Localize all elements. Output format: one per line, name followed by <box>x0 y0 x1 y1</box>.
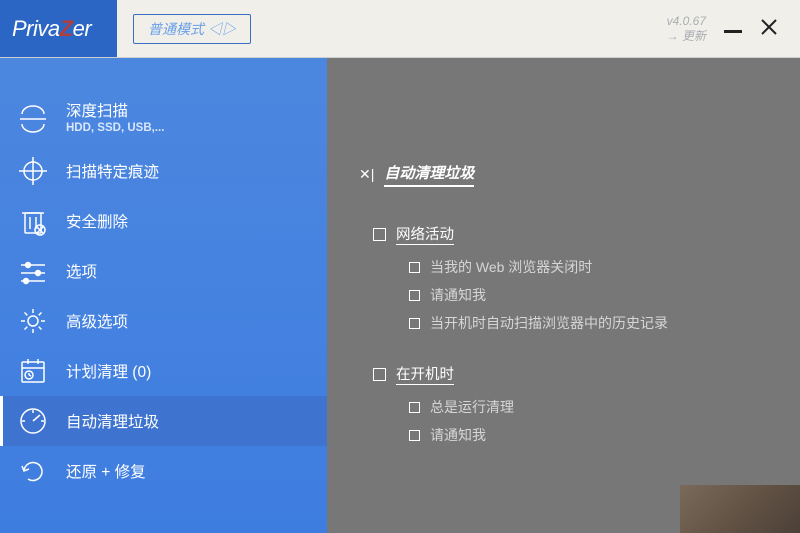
section-title: 在开机时 <box>396 363 454 385</box>
corner-thumbnail <box>680 485 800 533</box>
sidebar-item-secure-delete[interactable]: 安全删除 <box>0 196 327 246</box>
logo-text-z: Z <box>60 16 73 41</box>
option-label: 请通知我 <box>430 285 486 305</box>
version-label: v4.0.67 <box>667 14 706 28</box>
app-window: PrivaZer 普通模式 ◁▷ v4.0.67 更新 深度扫描 HDD, SS… <box>0 0 800 533</box>
checkbox[interactable] <box>409 290 420 301</box>
option-label: 当我的 Web 浏览器关闭时 <box>430 257 592 277</box>
checkbox[interactable] <box>409 318 420 329</box>
gauge-icon <box>18 406 48 436</box>
option-item[interactable]: 请通知我 <box>409 425 800 445</box>
nav-label: 选项 <box>66 260 97 282</box>
option-list: 当我的 Web 浏览器关闭时 请通知我 当开机时自动扫描浏览器中的历史记录 <box>359 257 800 333</box>
close-panel-icon[interactable]: ✕| <box>359 166 374 183</box>
option-label: 请通知我 <box>430 425 486 445</box>
section-title: 网络活动 <box>396 223 454 245</box>
sidebar: 深度扫描 HDD, SSD, USB,... 扫描特定痕迹 安全删除 <box>0 58 327 533</box>
nav-sublabel: HDD, SSD, USB,... <box>66 121 164 135</box>
nav-label: 还原 + 修复 <box>66 460 146 482</box>
sidebar-item-advanced-options[interactable]: 高级选项 <box>0 296 327 346</box>
option-item[interactable]: 当开机时自动扫描浏览器中的历史记录 <box>409 313 800 333</box>
option-list: 总是运行清理 请通知我 <box>359 397 800 445</box>
option-item[interactable]: 请通知我 <box>409 285 800 305</box>
titlebar-right: v4.0.67 更新 <box>667 14 800 43</box>
checkbox[interactable] <box>373 228 386 241</box>
sidebar-item-scheduled-clean[interactable]: 计划清理 (0) <box>0 346 327 396</box>
sidebar-item-deep-scan[interactable]: 深度扫描 HDD, SSD, USB,... <box>0 92 327 146</box>
update-link[interactable]: 更新 <box>667 29 706 43</box>
nav-label: 安全删除 <box>66 210 128 232</box>
section-network-activity: 网络活动 当我的 Web 浏览器关闭时 请通知我 当开机时自动扫描浏览器中的历史… <box>359 223 800 333</box>
nav-label: 计划清理 (0) <box>66 360 151 382</box>
restore-icon <box>18 456 48 486</box>
version-info[interactable]: v4.0.67 更新 <box>667 14 706 43</box>
title-bar: PrivaZer 普通模式 ◁▷ v4.0.67 更新 <box>0 0 800 58</box>
sliders-icon <box>18 256 48 286</box>
gear-icon <box>18 306 48 336</box>
sidebar-item-options[interactable]: 选项 <box>0 246 327 296</box>
minimize-button[interactable] <box>724 30 742 33</box>
body: 深度扫描 HDD, SSD, USB,... 扫描特定痕迹 安全删除 <box>0 58 800 533</box>
nav-label: 高级选项 <box>66 310 128 332</box>
calendar-icon <box>18 356 48 386</box>
panel-title: 自动清理垃圾 <box>384 162 474 187</box>
option-item[interactable]: 当我的 Web 浏览器关闭时 <box>409 257 800 277</box>
sidebar-item-restore-repair[interactable]: 还原 + 修复 <box>0 446 327 496</box>
checkbox[interactable] <box>409 402 420 413</box>
scan-icon <box>18 104 48 134</box>
section-header[interactable]: 网络活动 <box>359 223 800 245</box>
main-panel: ✕| 自动清理垃圾 网络活动 当我的 Web 浏览器关闭时 请通知我 <box>327 58 800 533</box>
app-logo: PrivaZer <box>0 16 117 42</box>
sidebar-item-scan-traces[interactable]: 扫描特定痕迹 <box>0 146 327 196</box>
checkbox[interactable] <box>409 430 420 441</box>
nav-label: 扫描特定痕迹 <box>66 160 159 182</box>
section-header[interactable]: 在开机时 <box>359 363 800 385</box>
checkbox[interactable] <box>409 262 420 273</box>
option-item[interactable]: 总是运行清理 <box>409 397 800 417</box>
checkbox[interactable] <box>373 368 386 381</box>
option-label: 当开机时自动扫描浏览器中的历史记录 <box>430 313 668 333</box>
target-icon <box>18 156 48 186</box>
sidebar-item-auto-clean[interactable]: 自动清理垃圾 <box>0 396 327 446</box>
mode-toggle-button[interactable]: 普通模式 ◁▷ <box>133 14 251 44</box>
option-label: 总是运行清理 <box>430 397 514 417</box>
logo-text-pre: Priva <box>12 16 60 41</box>
trash-icon <box>18 206 48 236</box>
close-button[interactable] <box>760 18 778 40</box>
panel-title-row: ✕| 自动清理垃圾 <box>359 162 800 187</box>
section-at-startup: 在开机时 总是运行清理 请通知我 <box>359 363 800 445</box>
logo-text-post: er <box>73 16 92 41</box>
nav-label: 深度扫描 <box>66 102 164 121</box>
nav-label: 自动清理垃圾 <box>66 410 159 432</box>
